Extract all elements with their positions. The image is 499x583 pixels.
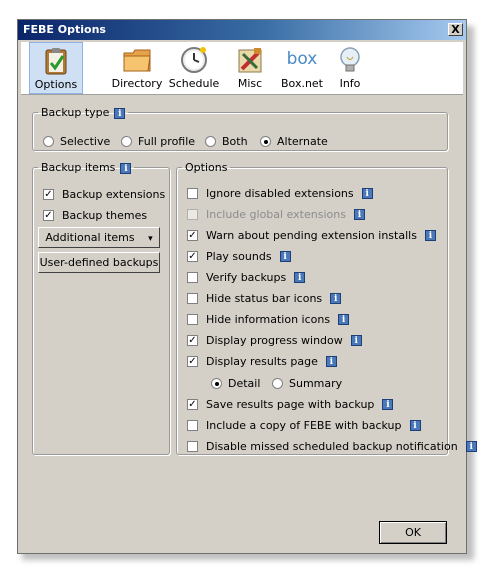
radio-both[interactable]: Both (205, 133, 248, 149)
checkbox-hide-status-bar-icons[interactable]: Hide status bar icons i (187, 290, 342, 306)
tools-icon (238, 48, 262, 73)
checkbox-box[interactable]: ✓ (187, 398, 198, 410)
checkbox-warn-pending-installs[interactable]: ✓ Warn about pending extension installs i (187, 227, 436, 243)
info-icon[interactable]: i (330, 292, 342, 304)
options-legend: Options (185, 161, 228, 174)
tab-misc-label: Misc (237, 77, 263, 90)
close-button[interactable]: X (448, 23, 463, 36)
radio-summary[interactable]: Summary (272, 375, 342, 391)
info-icon[interactable]: i (350, 334, 362, 346)
tab-misc[interactable]: Misc (229, 42, 271, 94)
folder-icon (123, 49, 151, 72)
user-defined-backups-button[interactable]: User-defined backups (38, 252, 160, 273)
info-icon[interactable]: i (338, 313, 350, 325)
tab-boxnet-label: Box.net (281, 77, 323, 90)
checkbox-box[interactable]: ✓ (187, 250, 198, 262)
checkbox-box[interactable]: ✓ (187, 355, 198, 367)
checkbox-box[interactable]: ✓ (187, 229, 198, 241)
checkbox-display-progress-window[interactable]: ✓ Display progress window i (187, 332, 362, 348)
tab-schedule[interactable]: Schedule (165, 42, 223, 94)
checkbox-box[interactable] (187, 313, 198, 325)
backup-items-group: Backup items i ✓ Backup extensions ✓ Backup… (32, 161, 170, 455)
radio-detail[interactable]: Detail (211, 375, 260, 391)
radio-alternate[interactable]: Alternate (260, 133, 328, 149)
checkbox-box[interactable] (187, 292, 198, 304)
clipboard-check-icon (45, 48, 67, 75)
checkbox-box[interactable]: ✓ (43, 209, 54, 221)
info-icon[interactable]: i (120, 162, 132, 174)
info-icon[interactable]: i (294, 271, 306, 283)
info-icon[interactable]: i (279, 250, 291, 262)
checkbox-box[interactable]: ✓ (187, 334, 198, 346)
checkbox-ignore-disabled-extensions[interactable]: Ignore disabled extensions i (187, 185, 373, 201)
radio-summary-circle[interactable] (272, 377, 283, 389)
radio-full-profile[interactable]: Full profile (121, 133, 195, 149)
info-icon[interactable]: i (353, 208, 365, 220)
backup-type-legend: Backup type i (38, 106, 128, 119)
info-icon[interactable]: i (382, 398, 394, 410)
checkbox-backup-themes[interactable]: ✓ Backup themes (43, 207, 147, 223)
box-logo-icon: box (286, 49, 318, 69)
info-icon[interactable]: i (424, 229, 436, 241)
checkbox-save-results-page[interactable]: ✓ Save results page with backup i (187, 396, 394, 412)
checkbox-box[interactable] (187, 187, 198, 199)
radio-selective[interactable]: Selective (43, 133, 110, 149)
tab-info[interactable]: Info (331, 42, 369, 94)
backup-items-legend: Backup items i (38, 161, 134, 174)
tab-options[interactable]: Options (29, 42, 83, 94)
lightbulb-icon (340, 47, 360, 72)
radio-both-circle[interactable] (205, 135, 216, 147)
radio-alternate-circle[interactable] (260, 135, 271, 147)
info-icon[interactable]: i (325, 355, 337, 367)
checkbox-play-sounds[interactable]: ✓ Play sounds i (187, 248, 291, 264)
tab-info-label: Info (339, 77, 361, 90)
checkbox-verify-backups[interactable]: Verify backups i (187, 269, 306, 285)
options-dialog: FEBE Options X Options Directory Schedul… (17, 19, 477, 554)
checkbox-hide-information-icons[interactable]: Hide information icons i (187, 311, 350, 327)
checkbox-box[interactable] (187, 419, 198, 431)
checkbox-include-global-extensions: Include global extensions i (187, 206, 365, 222)
info-icon[interactable]: i (114, 107, 126, 119)
checkbox-box[interactable]: ✓ (43, 188, 54, 200)
info-icon[interactable]: i (465, 440, 477, 452)
checkbox-box (187, 208, 198, 220)
info-icon[interactable]: i (361, 187, 373, 199)
tab-schedule-label: Schedule (168, 77, 220, 90)
info-icon[interactable]: i (409, 419, 421, 431)
radio-full-profile-circle[interactable] (121, 135, 132, 147)
window-title: FEBE Options (23, 23, 106, 36)
title-bar[interactable]: FEBE Options X (18, 20, 466, 40)
checkbox-backup-extensions[interactable]: ✓ Backup extensions (43, 186, 165, 202)
checkbox-box[interactable] (187, 440, 198, 452)
backup-type-group: Backup type i Selective Full profile Both… (32, 106, 448, 151)
checkbox-include-febe-copy[interactable]: Include a copy of FEBE with backup i (187, 417, 421, 433)
dropdown-arrow-icon: ▾ (148, 234, 153, 244)
checkbox-disable-missed-notification[interactable]: Disable missed scheduled backup notifica… (187, 438, 477, 454)
checkbox-box[interactable] (187, 271, 198, 283)
additional-items-button[interactable]: Additional items ▾ (38, 227, 160, 248)
category-toolbar: Options Directory Schedule Misc box Box.… (21, 42, 463, 95)
tab-options-label: Options (34, 78, 78, 91)
tab-boxnet[interactable]: box Box.net (273, 42, 331, 94)
radio-detail-circle[interactable] (211, 377, 222, 389)
radio-selective-circle[interactable] (43, 135, 54, 147)
options-group: Options Ignore disabled extensions i Incl… (176, 161, 477, 455)
clock-icon (181, 47, 207, 73)
ok-button[interactable]: OK (379, 521, 447, 544)
tab-directory[interactable]: Directory (109, 42, 165, 94)
checkbox-display-results-page[interactable]: ✓ Display results page i (187, 353, 337, 369)
tab-directory-label: Directory (111, 77, 163, 90)
